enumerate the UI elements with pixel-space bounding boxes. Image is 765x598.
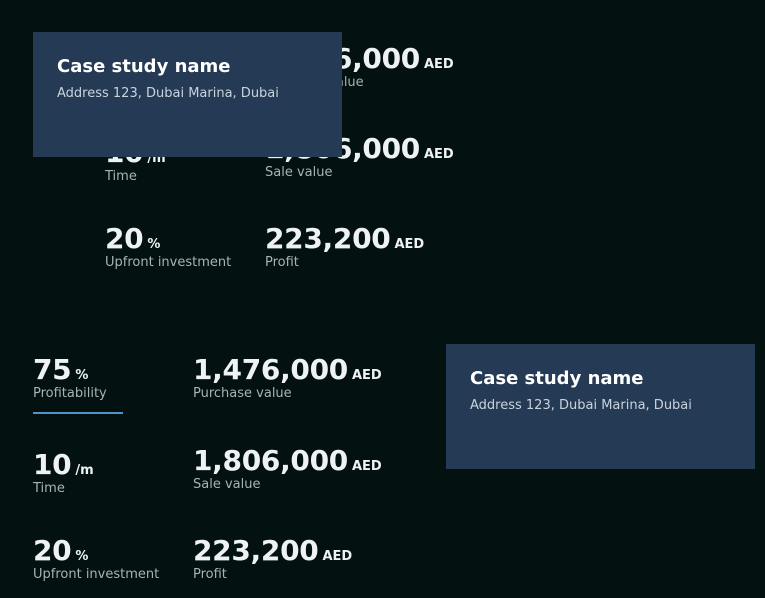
stat-unit: % (75, 549, 89, 564)
case-study-card[interactable]: Case study name Address 123, Dubai Marin… (33, 32, 342, 157)
stat-upfront-investment: 20 % Upfront investment (105, 222, 232, 271)
case-studies-section: 1,476,000 AED Purchase value 10 /m Time … (0, 0, 765, 598)
stat-label: Time (105, 169, 137, 184)
stat-unit: % (75, 368, 89, 383)
stat-purchase-value: 1,476,000 AED Purchase value (193, 353, 382, 402)
stat-unit: AED (351, 368, 382, 383)
stat-label: Profit (265, 255, 299, 270)
stat-label: Profit (193, 567, 227, 582)
stat-profit: 223,200 AED Profit (193, 534, 353, 583)
case-study-address: Address 123, Dubai Marina, Dubai (57, 86, 279, 101)
stat-label: Profitability (33, 386, 107, 401)
stat-label: Upfront investment (33, 567, 160, 582)
stat-label: Upfront investment (105, 255, 232, 270)
stat-unit: /m (75, 463, 94, 478)
stat-unit: AED (351, 459, 382, 474)
stat-unit: AED (394, 237, 425, 252)
active-stat-underline (33, 412, 123, 414)
stat-label: Sale value (193, 477, 261, 492)
stat-unit: AED (423, 147, 454, 162)
stat-label: Sale value (265, 165, 333, 180)
stat-unit: AED (322, 549, 353, 564)
stat-label: Purchase value (193, 386, 292, 401)
stat-value: 75 (33, 353, 72, 386)
stat-value: 223,200 (265, 222, 391, 255)
stat-value: 1,806,000 (193, 444, 348, 477)
stat-label: Time (33, 481, 65, 496)
case-study-address: Address 123, Dubai Marina, Dubai (470, 398, 692, 413)
stat-value: 10 (33, 448, 72, 481)
stat-profitability[interactable]: 75 % Profitability (33, 353, 107, 402)
stat-value: 223,200 (193, 534, 319, 567)
stat-unit: AED (423, 57, 454, 72)
case-study-title: Case study name (57, 56, 231, 77)
stat-value: 20 (105, 222, 144, 255)
case-study-card[interactable]: Case study name Address 123, Dubai Marin… (446, 344, 755, 469)
stat-unit: % (147, 237, 161, 252)
stat-sale-value: 1,806,000 AED Sale value (193, 444, 382, 493)
stat-value: 20 (33, 534, 72, 567)
stat-time: 10 /m Time (33, 448, 94, 497)
stat-profit: 223,200 AED Profit (265, 222, 425, 271)
stat-value: 1,476,000 (193, 353, 348, 386)
case-study-title: Case study name (470, 368, 644, 389)
stat-upfront-investment: 20 % Upfront investment (33, 534, 160, 583)
